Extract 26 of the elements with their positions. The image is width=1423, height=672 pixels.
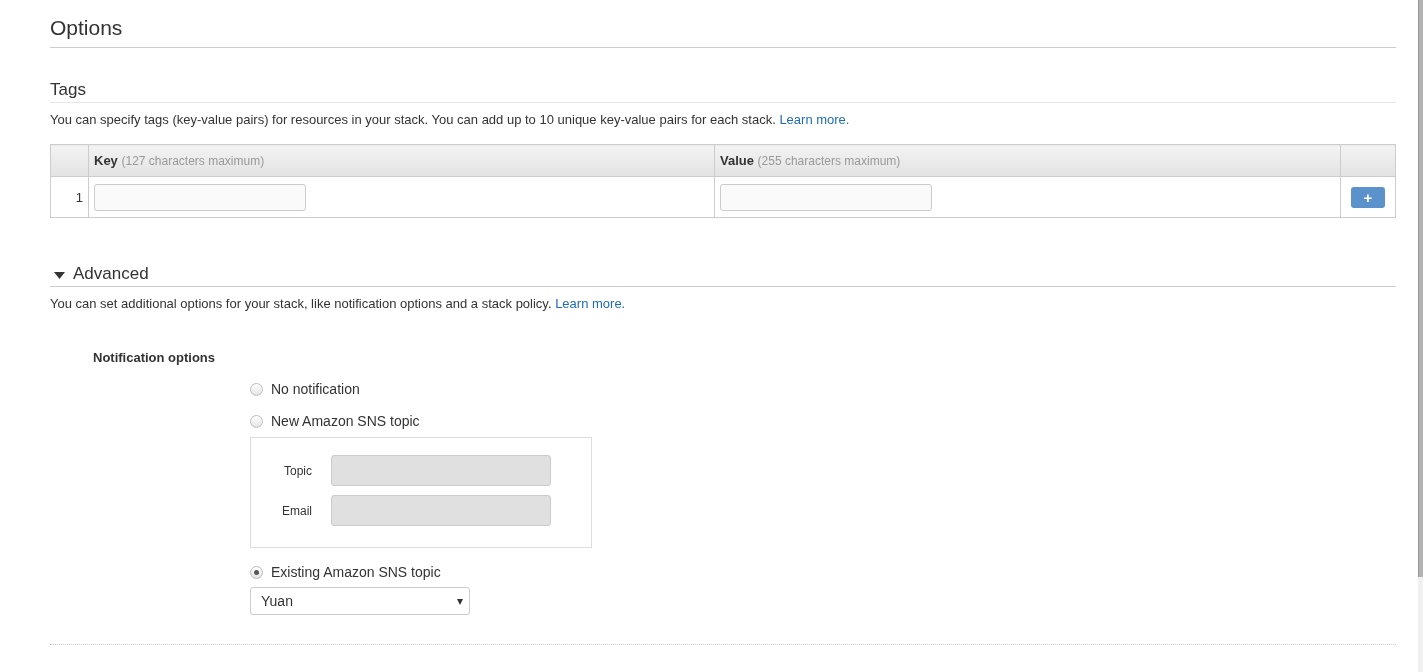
column-header: Value (255 characters maximum): [714, 144, 1341, 177]
section-heading: Tags: [50, 80, 1396, 103]
dropdown-value: Yuan: [261, 593, 293, 609]
radio-button[interactable]: [250, 414, 263, 428]
column-header: Key (127 characters maximum): [88, 144, 715, 177]
radio-label[interactable]: Existing Amazon SNS topic: [271, 564, 441, 580]
description-text: You can set additional options for your stack, like notification options and a stack policy. Learn more.: [50, 296, 627, 311]
topic-dropdown[interactable]: Yuan ▾: [250, 587, 470, 615]
caret-icon[interactable]: [54, 272, 65, 279]
field-label: Notification options: [93, 350, 217, 365]
radio-label[interactable]: No notification: [271, 381, 360, 397]
tag-input-field[interactable]: [94, 183, 306, 211]
learn-more-link[interactable]: Learn more.: [555, 296, 626, 311]
radio-button[interactable]: [250, 565, 263, 579]
field-label: Topic: [283, 463, 312, 478]
description-text: You can specify tags (key-value pairs) for resources in your stack. You can add up to 10 unique key-value pairs for each stack. Learn more.: [50, 112, 851, 127]
section-heading[interactable]: Advanced: [73, 264, 1396, 286]
radio-button[interactable]: [250, 382, 263, 396]
page-title: Options: [50, 16, 1396, 48]
field-label: Email: [281, 503, 312, 518]
table-header: [50, 144, 89, 177]
learn-more-link[interactable]: Learn more.: [779, 112, 850, 127]
radio-label[interactable]: New Amazon SNS topic: [271, 413, 420, 429]
caret-icon: ▾: [457, 594, 463, 608]
tag-input-field[interactable]: [720, 183, 932, 211]
row-number: 1: [50, 176, 89, 218]
